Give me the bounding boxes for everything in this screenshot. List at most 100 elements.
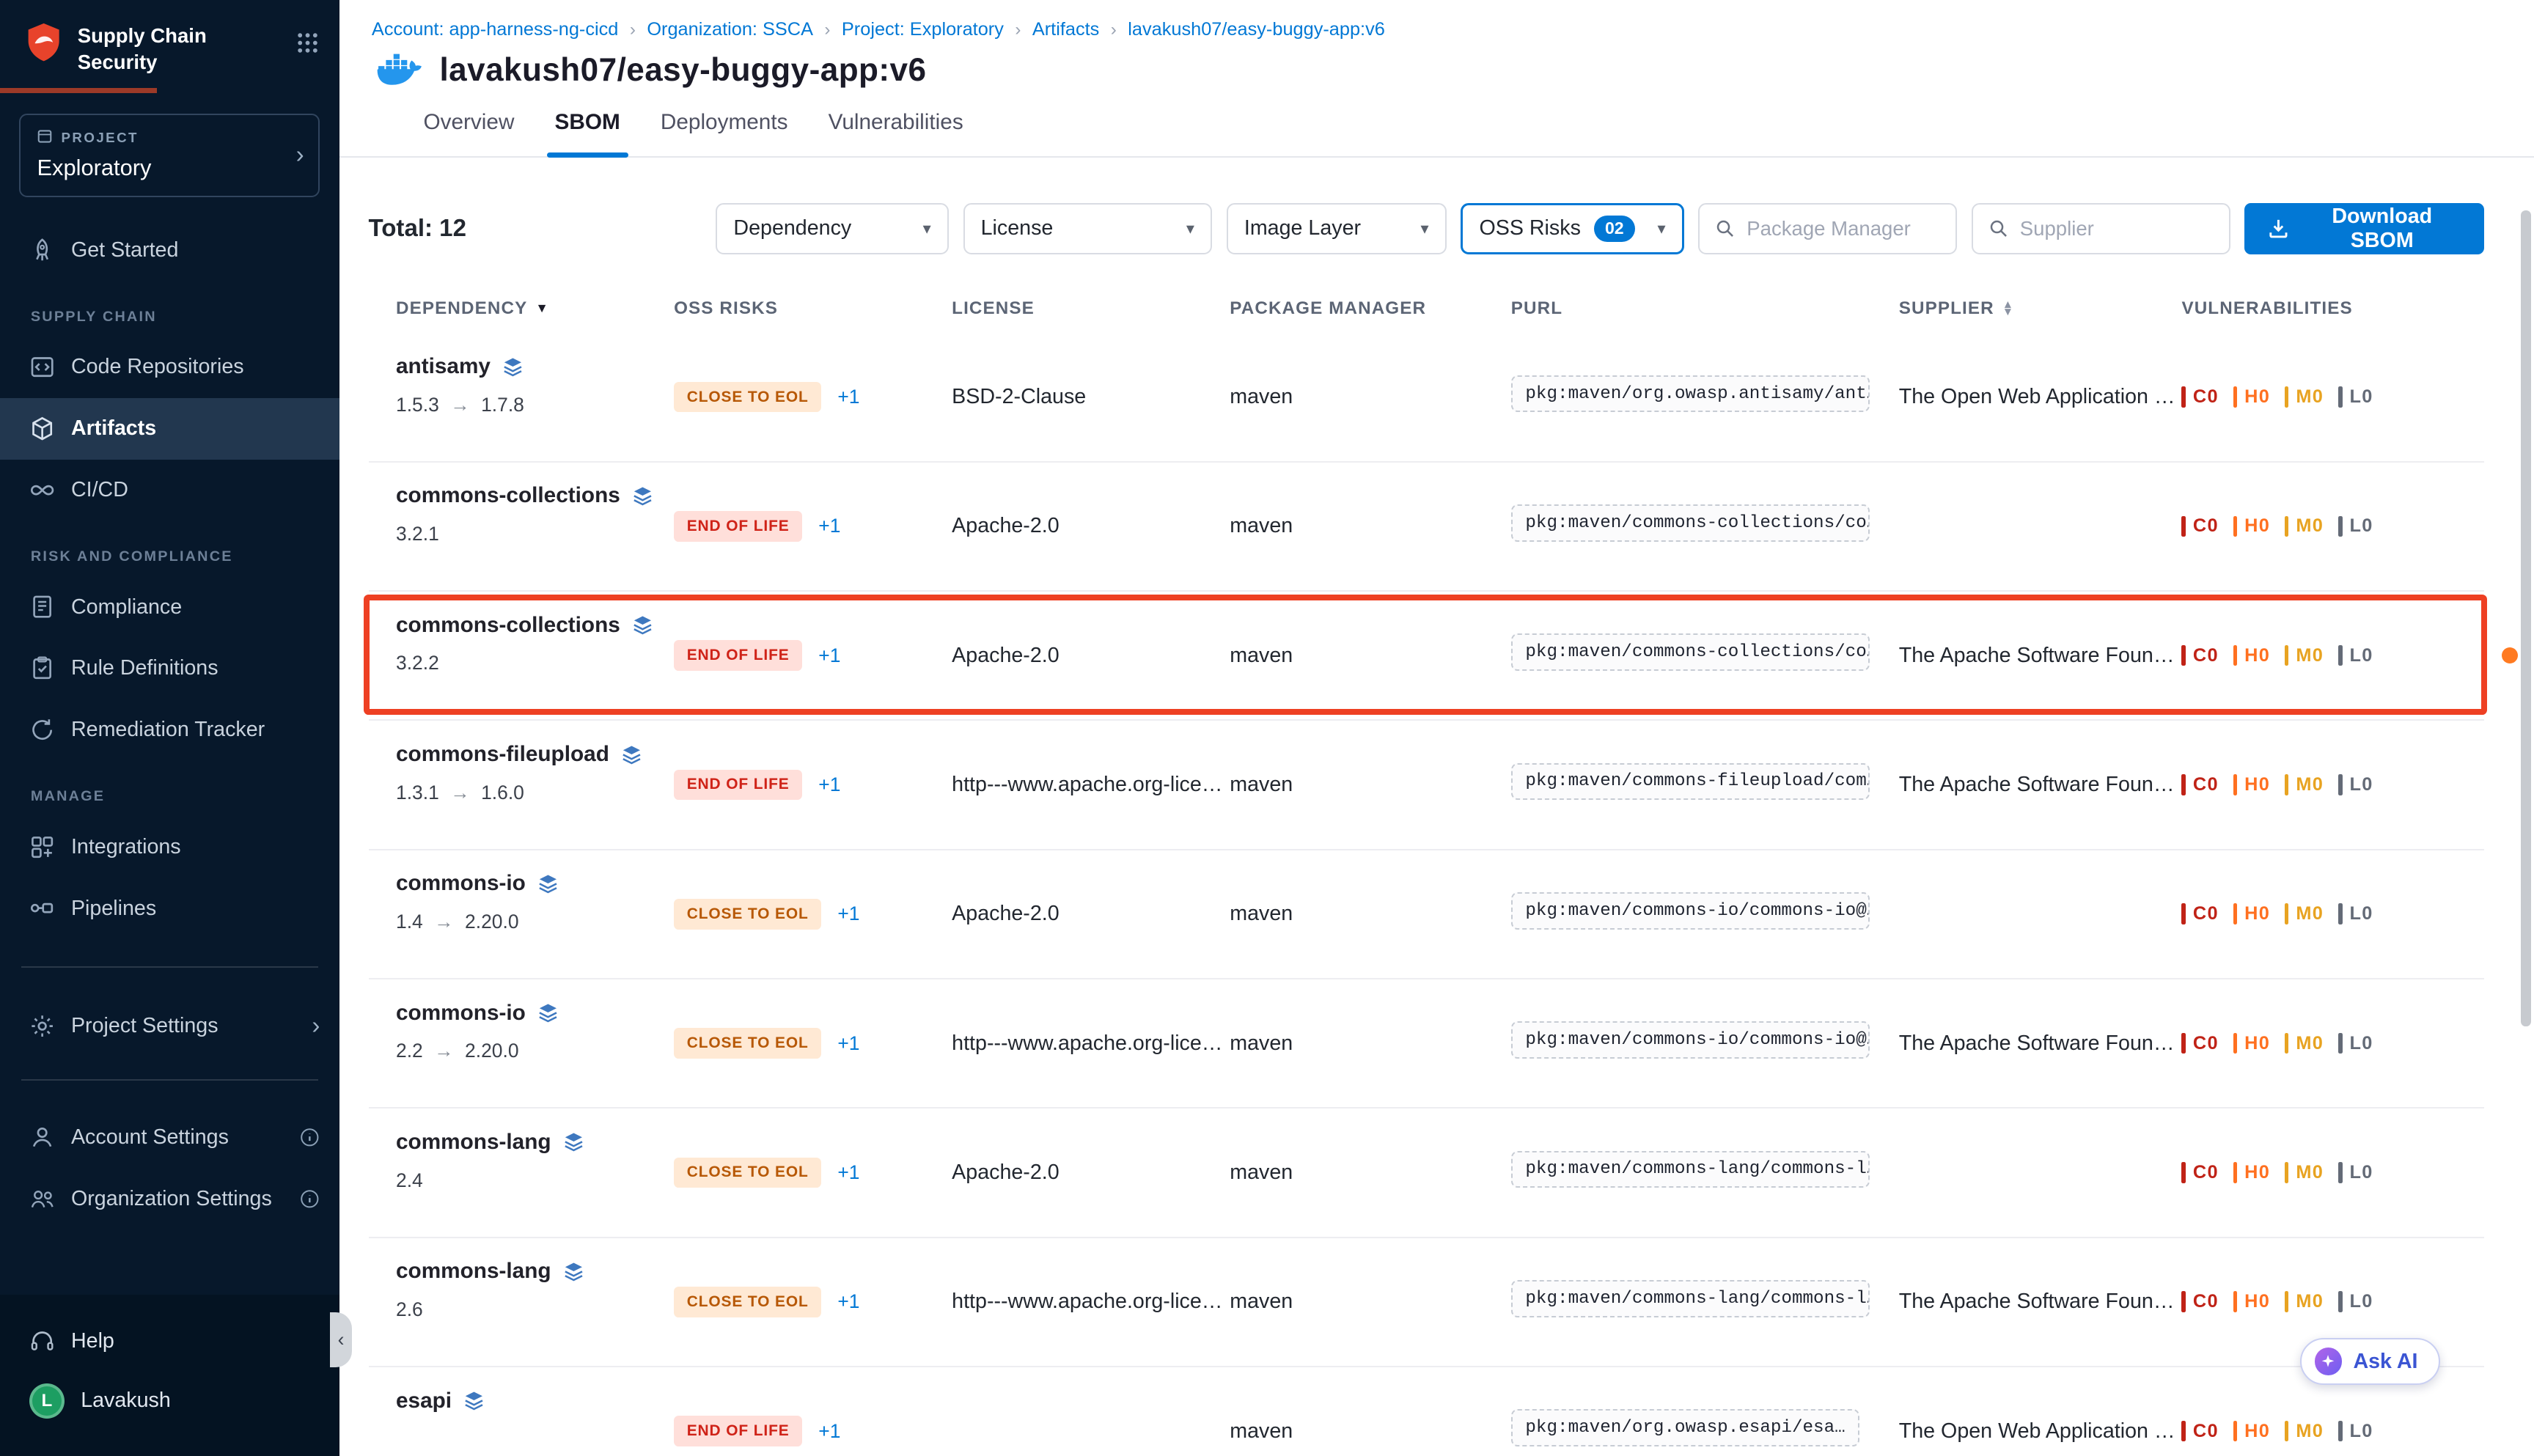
severity-count: L0: [2349, 1162, 2373, 1183]
purl-value[interactable]: pkg:maven/org.owasp.antisamy/ant…: [1511, 375, 1870, 413]
purl-value[interactable]: pkg:maven/org.owasp.esapi/esa…: [1511, 1409, 1860, 1446]
sidebar-item-remediation-tracker[interactable]: Remediation Tracker: [0, 699, 339, 761]
sidebar-item-label: Integrations: [71, 835, 181, 859]
project-selector[interactable]: PROJECT Exploratory ›: [19, 114, 320, 196]
column-header-purl[interactable]: PURL: [1511, 298, 1899, 319]
oss-risk-more-link[interactable]: +1: [837, 1032, 859, 1055]
severity-bar: [2233, 516, 2238, 537]
oss-risk-more-link[interactable]: +1: [837, 1290, 859, 1313]
oss-risk-more-link[interactable]: +1: [818, 1420, 840, 1443]
dependency-versions: 1.4→2.20.0: [396, 911, 674, 933]
help-button[interactable]: Help: [0, 1314, 339, 1369]
sidebar-item-organization-settings[interactable]: Organization Settings: [0, 1168, 339, 1229]
sidebar-item-label: Code Repositories: [71, 355, 244, 379]
dependency-cell: commons-io1.4→2.20.0: [396, 850, 674, 933]
oss-risk-more-link[interactable]: +1: [818, 515, 840, 537]
breadcrumb-link[interactable]: lavakush07/easy-buggy-app:v6: [1128, 19, 1385, 40]
package-manager-cell: maven: [1230, 385, 1511, 409]
sidebar-item-pipelines[interactable]: Pipelines: [0, 878, 339, 939]
ask-ai-button[interactable]: Ask AI: [2300, 1338, 2440, 1385]
oss-risk-more-link[interactable]: +1: [837, 386, 859, 408]
filter-dropdown-image-layer[interactable]: Image Layer▾: [1227, 203, 1447, 255]
table-row[interactable]: commons-collections3.2.1END OF LIFE+1Apa…: [369, 463, 2484, 592]
severity-count: H0: [2244, 515, 2270, 537]
sidebar-item-label: Get Started: [71, 238, 178, 262]
severity-count: H0: [2244, 1033, 2270, 1054]
column-header-vulnerabilities[interactable]: VULNERABILITIES: [2181, 298, 2483, 319]
person-icon: [29, 1125, 55, 1150]
purl-value[interactable]: pkg:maven/commons-io/commons-io@…: [1511, 1021, 1870, 1059]
purl-value[interactable]: pkg:maven/commons-lang/commons-l…: [1511, 1280, 1870, 1317]
search-input-supplier[interactable]: [2020, 217, 2214, 240]
purl-value[interactable]: pkg:maven/commons-lang/commons-l…: [1511, 1151, 1870, 1188]
sidebar-item-integrations[interactable]: Integrations: [0, 816, 339, 878]
vuln-count-high: H0: [2233, 903, 2270, 924]
severity-count: H0: [2244, 1291, 2270, 1312]
oss-risk-more-link[interactable]: +1: [818, 644, 840, 667]
sidebar-item-code-repositories[interactable]: Code Repositories: [0, 337, 339, 398]
purl-value[interactable]: pkg:maven/commons-collections/co…: [1511, 504, 1870, 542]
filter-dropdown-dependency[interactable]: Dependency▾: [716, 203, 948, 255]
table-row[interactable]: commons-collections3.2.2END OF LIFE+1Apa…: [369, 592, 2484, 721]
table-row[interactable]: esapiEND OF LIFE+1mavenpkg:maven/org.owa…: [369, 1367, 2484, 1456]
column-header-package-manager[interactable]: PACKAGE MANAGER: [1230, 298, 1511, 319]
cicd-icon: [29, 477, 55, 503]
sidebar-item-account-settings[interactable]: Account Settings: [0, 1107, 339, 1169]
sort-icons: ▲▼: [2002, 301, 2014, 315]
column-header-license[interactable]: LICENSE: [952, 298, 1230, 319]
severity-count: C0: [2193, 1162, 2219, 1183]
table-row[interactable]: commons-fileupload1.3.1→1.6.0END OF LIFE…: [369, 721, 2484, 850]
sidebar-collapse-handle[interactable]: ‹: [330, 1312, 353, 1367]
table-row[interactable]: commons-io1.4→2.20.0CLOSE TO EOL+1Apache…: [369, 850, 2484, 979]
table-row[interactable]: commons-lang2.6CLOSE TO EOL+1http---www.…: [369, 1238, 2484, 1367]
column-header-supplier[interactable]: SUPPLIER▲▼: [1899, 298, 2182, 319]
license-cell: Apache-2.0: [952, 514, 1230, 538]
oss-risk-more-link[interactable]: +1: [837, 902, 859, 925]
user-menu[interactable]: L Lavakush: [0, 1369, 339, 1433]
sidebar-item-ci-cd[interactable]: CI/CD: [0, 460, 339, 521]
sidebar-item-rule-definitions[interactable]: Rule Definitions: [0, 638, 339, 699]
severity-count: M0: [2296, 515, 2324, 537]
dropdown-label: OSS Risks: [1479, 216, 1580, 240]
column-header-label: LICENSE: [952, 298, 1035, 319]
breadcrumb-link[interactable]: Project: Exploratory: [842, 19, 1004, 40]
oss-risk-more-link[interactable]: +1: [837, 1161, 859, 1184]
table-row[interactable]: commons-lang2.4CLOSE TO EOL+1Apache-2.0m…: [369, 1108, 2484, 1238]
sidebar-item-compliance[interactable]: Compliance: [0, 576, 339, 638]
vulnerabilities-cell: C0H0M0L0: [2181, 515, 2483, 537]
breadcrumb-separator: ›: [1111, 20, 1117, 40]
dependency-name: commons-fileupload: [396, 742, 674, 767]
tab-overview[interactable]: Overview: [423, 110, 514, 156]
module-switcher-icon[interactable]: [295, 21, 320, 61]
sidebar-item-artifacts[interactable]: Artifacts: [0, 398, 339, 460]
title-row: lavakush07/easy-buggy-app:v6: [339, 40, 2534, 89]
severity-count: L0: [2349, 1421, 2373, 1442]
table-row[interactable]: commons-io2.2→2.20.0CLOSE TO EOL+1http--…: [369, 979, 2484, 1108]
table-row[interactable]: antisamy1.5.3→1.7.8CLOSE TO EOL+1BSD-2-C…: [369, 333, 2484, 462]
filter-dropdown-license[interactable]: License▾: [963, 203, 1212, 255]
sidebar-item-get-started[interactable]: Get Started: [0, 219, 339, 281]
tab-deployments[interactable]: Deployments: [661, 110, 788, 156]
tab-sbom[interactable]: SBOM: [555, 110, 620, 156]
purl-value[interactable]: pkg:maven/commons-io/commons-io@…: [1511, 892, 1870, 930]
search-input-package-manager[interactable]: [1747, 217, 1941, 240]
breadcrumb-link[interactable]: Artifacts: [1032, 19, 1099, 40]
vertical-scrollbar[interactable]: [2521, 210, 2530, 1026]
sidebar-item-project-settings[interactable]: Project Settings ›: [0, 996, 339, 1057]
column-header-oss-risks[interactable]: OSS RISKS: [674, 298, 952, 319]
tab-vulnerabilities[interactable]: Vulnerabilities: [829, 110, 963, 156]
breadcrumb-link[interactable]: Account: app-harness-ng-cicd: [372, 19, 618, 40]
download-sbom-button[interactable]: Download SBOM: [2244, 203, 2483, 255]
purl-value[interactable]: pkg:maven/commons-fileupload/com…: [1511, 763, 1870, 801]
severity-count: L0: [2349, 1033, 2373, 1054]
breadcrumb-link[interactable]: Organization: SSCA: [647, 19, 813, 40]
supplier-cell: The Apache Software Foun…: [1899, 644, 2182, 668]
severity-bar: [2233, 386, 2238, 408]
app-title-line1: Supply Chain: [78, 23, 283, 49]
purl-value[interactable]: pkg:maven/commons-collections/co…: [1511, 633, 1870, 671]
oss-risk-more-link[interactable]: +1: [818, 773, 840, 796]
sidebar-nav: Get StartedSUPPLY CHAINCode Repositories…: [0, 219, 339, 938]
dependency-name: antisamy: [396, 354, 674, 379]
column-header-dependency[interactable]: DEPENDENCY▼: [396, 298, 674, 319]
filter-dropdown-oss-risks[interactable]: OSS Risks02▾: [1461, 203, 1683, 255]
